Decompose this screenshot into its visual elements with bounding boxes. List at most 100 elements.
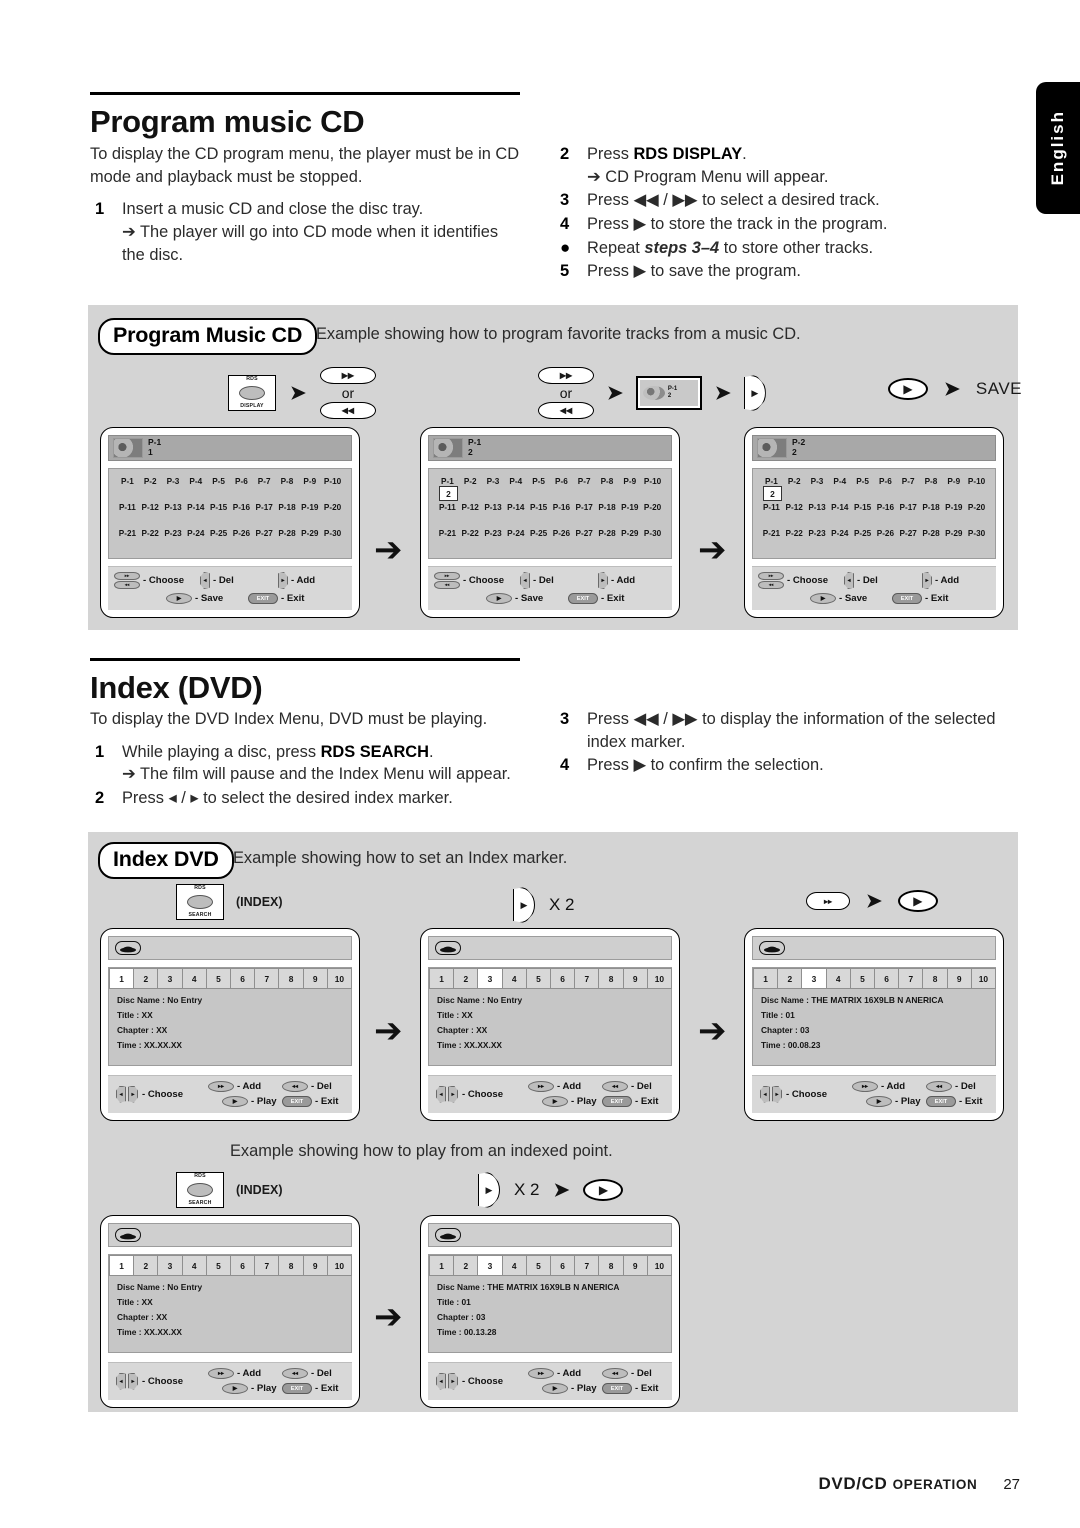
index-tab[interactable]: 4 [825,968,851,989]
index-tab[interactable]: 3 [801,968,827,989]
program-cell[interactable]: P-18 [276,503,299,512]
program-cell[interactable]: P-13 [162,503,185,512]
program-cell[interactable]: P-1 [116,477,139,486]
program-cell[interactable]: P-16 [874,503,897,512]
index-tab[interactable]: 1 [753,968,779,989]
program-cell[interactable]: P-8 [276,477,299,486]
index-tab[interactable]: 1 [429,1255,455,1276]
index-tab[interactable]: 3 [477,1255,503,1276]
program-cell[interactable]: P-13 [482,503,505,512]
prev-rocker-icon[interactable]: ◀◀ [319,402,376,419]
program-cell[interactable]: P-20 [965,503,988,512]
index-tab[interactable]: 1 [109,968,135,989]
index-tab[interactable]: 8 [598,968,624,989]
play-button-icon[interactable]: ▶ [583,1179,624,1201]
program-cell[interactable]: P-29 [618,529,641,538]
program-cell[interactable]: P-25 [527,529,550,538]
program-cell[interactable]: P-8 [596,477,619,486]
program-cell[interactable]: P-7 [253,477,276,486]
program-cell[interactable]: P-9 [298,477,321,486]
program-cell[interactable]: P-3 [482,477,505,486]
index-tab[interactable]: 9 [622,968,648,989]
right-nav-key-icon[interactable]: ▶ [513,887,535,923]
program-cell[interactable]: P-17 [573,503,596,512]
program-cell[interactable]: P-10 [965,477,988,486]
program-cell[interactable]: P-24 [504,529,527,538]
program-cell[interactable]: P-4 [828,477,851,486]
program-cell[interactable]: P-10 [321,477,344,486]
prev-rocker-icon[interactable]: ◀◀ [538,402,594,419]
index-tab[interactable]: 1 [429,968,455,989]
program-cell[interactable]: P-10 [641,477,664,486]
program-cell[interactable]: P-12 [783,503,806,512]
index-tab[interactable]: 2 [453,1255,479,1276]
program-cell[interactable]: P-4 [504,477,527,486]
program-cell[interactable]: P-19 [298,503,321,512]
program-cell[interactable]: P-11 [116,503,139,512]
index-tab[interactable]: 7 [574,968,600,989]
play-button-icon[interactable]: ▶ [888,378,928,400]
program-cell[interactable]: P-2 [783,477,806,486]
program-cell[interactable]: P-9 [618,477,641,486]
index-tab[interactable]: 1 [109,1255,135,1276]
program-cell[interactable]: P-15 [207,503,230,512]
program-cell[interactable]: P-23 [482,529,505,538]
program-cell[interactable]: P-8 [920,477,943,486]
program-cell[interactable]: P-2 [459,477,482,486]
index-tab[interactable]: 4 [181,968,207,989]
right-nav-key-icon[interactable]: ▶ [478,1172,500,1208]
index-tab[interactable]: 10 [326,1255,353,1276]
index-tab[interactable]: 2 [453,968,479,989]
index-tab[interactable]: 6 [230,968,256,989]
program-cell[interactable]: P-3 [806,477,829,486]
prev-next-rocker-icon-2[interactable]: ▶▶ or ◀◀ [538,367,594,419]
index-tab[interactable]: 5 [205,968,232,989]
index-tab[interactable]: 10 [326,968,353,989]
program-cell[interactable]: P-14 [828,503,851,512]
program-cell[interactable]: P-1 [436,477,459,486]
program-cell[interactable]: P-9 [942,477,965,486]
program-cell[interactable]: P-16 [550,503,573,512]
program-cell[interactable]: P-6 [550,477,573,486]
program-cell[interactable]: P-7 [573,477,596,486]
program-cell[interactable]: P-11 [760,503,783,512]
program-cell[interactable]: P-25 [207,529,230,538]
program-cell[interactable]: P-27 [573,529,596,538]
index-tab[interactable]: 5 [849,968,876,989]
program-cell[interactable]: P-20 [321,503,344,512]
selected-track-box[interactable]: 2 [763,486,782,501]
index-tab[interactable]: 2 [133,968,159,989]
program-cell[interactable]: P-11 [436,503,459,512]
program-cell[interactable]: P-30 [321,529,344,538]
play-button-icon[interactable]: ▶ [897,890,938,912]
index-tab[interactable]: 8 [278,968,304,989]
index-tab[interactable]: 6 [550,968,576,989]
program-cell[interactable]: P-18 [920,503,943,512]
rds-display-button-icon[interactable]: RDS DISPLAY [228,375,276,411]
program-cell[interactable]: P-28 [920,529,943,538]
program-cell[interactable]: P-15 [527,503,550,512]
program-cell[interactable]: P-1 [760,477,783,486]
index-tab[interactable]: 10 [646,1255,673,1276]
program-cell[interactable]: P-12 [459,503,482,512]
selected-track-box[interactable]: 2 [439,486,458,501]
index-tab[interactable]: 5 [525,968,552,989]
program-cell[interactable]: P-22 [139,529,162,538]
program-cell[interactable]: P-15 [851,503,874,512]
index-tab[interactable]: 8 [598,1255,624,1276]
index-tab[interactable]: 8 [278,1255,304,1276]
program-cell[interactable]: P-17 [253,503,276,512]
program-cell[interactable]: P-23 [162,529,185,538]
program-cell[interactable]: P-22 [459,529,482,538]
program-cell[interactable]: P-19 [618,503,641,512]
program-cell[interactable]: P-30 [965,529,988,538]
program-cell[interactable]: P-21 [116,529,139,538]
index-tab[interactable]: 9 [302,968,328,989]
program-cell[interactable]: P-5 [851,477,874,486]
program-cell[interactable]: P-28 [596,529,619,538]
next-rocker-icon[interactable]: ▸▸ [806,892,850,910]
program-cell[interactable]: P-12 [139,503,162,512]
index-tab[interactable]: 4 [501,968,527,989]
index-tab[interactable]: 10 [646,968,673,989]
index-tab[interactable]: 6 [874,968,900,989]
